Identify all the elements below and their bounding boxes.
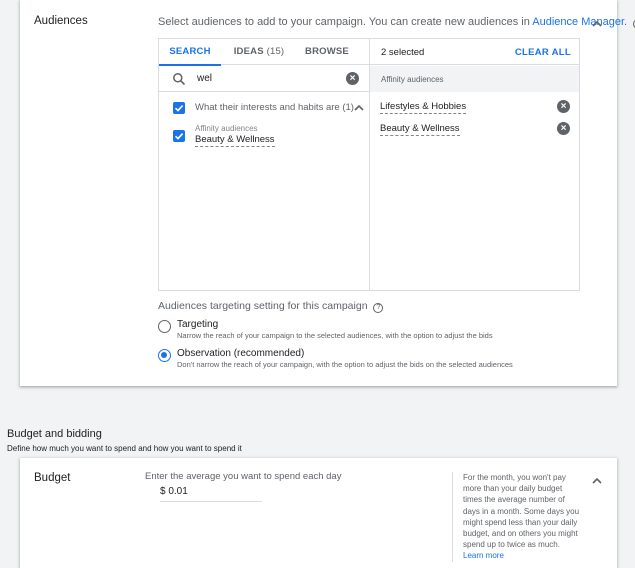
result-item-label[interactable]: Beauty & Wellness <box>195 134 275 147</box>
clear-all-button[interactable]: CLEAR ALL <box>515 47 571 58</box>
targeting-radio[interactable] <box>158 320 171 333</box>
help-icon[interactable]: ? <box>373 303 384 313</box>
intro-text: Select audiences to add to your campaign… <box>158 16 530 28</box>
targeting-option-desc: Narrow the reach of your campaign to the… <box>177 331 493 340</box>
selected-group-bar: Affinity audiences <box>370 66 579 92</box>
selected-item: Lifestyles & Hobbies <box>380 101 467 114</box>
budget-section-label: Budget <box>34 472 71 484</box>
remove-item-icon[interactable]: × <box>557 122 570 135</box>
observation-option-desc: Don't narrow the reach of your campaign,… <box>177 360 513 369</box>
tab-search-label: SEARCH <box>169 46 211 57</box>
budget-input-underline <box>160 501 262 502</box>
picker-tabs: SEARCH IDEAS (15) BROWSE <box>159 39 369 66</box>
remove-item-icon[interactable]: × <box>557 100 570 113</box>
budget-note-text: For the month, you won't pay more than y… <box>463 473 580 550</box>
budget-card: Budget Enter the average you want to spe… <box>20 458 617 568</box>
tab-search[interactable]: SEARCH <box>159 39 221 66</box>
selected-item: Beauty & Wellness <box>380 123 460 136</box>
tab-ideas-label: IDEAS <box>233 46 264 57</box>
audience-manager-link[interactable]: Audience Manager. <box>532 16 627 28</box>
clear-search-icon[interactable]: × <box>346 72 359 85</box>
budget-prompt: Enter the average you want to spend each… <box>145 471 342 482</box>
audiences-section-label: Audiences <box>34 15 88 27</box>
observation-radio[interactable] <box>158 349 171 362</box>
budget-bidding-title: Budget and bidding <box>7 428 102 440</box>
search-row: wel × <box>159 66 369 92</box>
targeting-title-text: Audiences targeting setting for this cam… <box>158 300 368 312</box>
budget-collapse-chevron-icon[interactable] <box>590 474 604 488</box>
audiences-intro: Select audiences to add to your campaign… <box>158 16 635 29</box>
selected-count: 2 selected <box>381 47 425 58</box>
selected-group-label: Affinity audiences <box>381 75 444 84</box>
tab-browse[interactable]: BROWSE <box>297 39 357 65</box>
selected-header: 2 selected CLEAR ALL <box>370 39 579 65</box>
group-checkbox[interactable] <box>173 102 185 114</box>
result-group-title[interactable]: What their interests and habits are (1) <box>195 102 354 113</box>
budget-amount-input[interactable]: $ 0.01 <box>160 486 188 497</box>
collapse-chevron-icon[interactable] <box>590 17 604 31</box>
audience-picker: SEARCH IDEAS (15) BROWSE wel × What thei… <box>158 38 580 291</box>
tab-ideas-count: (15) <box>266 46 285 57</box>
result-item-category: Affinity audiences <box>195 124 258 133</box>
item-checkbox[interactable] <box>173 130 185 142</box>
group-collapse-chevron-icon[interactable] <box>352 101 366 115</box>
tab-ideas[interactable]: IDEAS (15) <box>221 39 297 65</box>
observation-option-label[interactable]: Observation (recommended) <box>177 348 304 359</box>
picker-left-pane: SEARCH IDEAS (15) BROWSE wel × What thei… <box>159 39 370 290</box>
targeting-option-label[interactable]: Targeting <box>177 319 218 330</box>
search-icon <box>172 72 186 86</box>
budget-bidding-subtitle: Define how much you want to spend and ho… <box>7 444 242 453</box>
budget-note: For the month, you won't pay more than y… <box>452 472 582 562</box>
targeting-setting-title: Audiences targeting setting for this cam… <box>158 300 384 313</box>
learn-more-link[interactable]: Learn more <box>463 551 504 560</box>
search-input[interactable]: wel <box>197 73 212 84</box>
picker-right-pane: 2 selected CLEAR ALL Affinity audiences … <box>370 39 579 290</box>
tab-browse-label: BROWSE <box>305 46 349 57</box>
audiences-card: Audiences Select audiences to add to you… <box>20 0 635 386</box>
